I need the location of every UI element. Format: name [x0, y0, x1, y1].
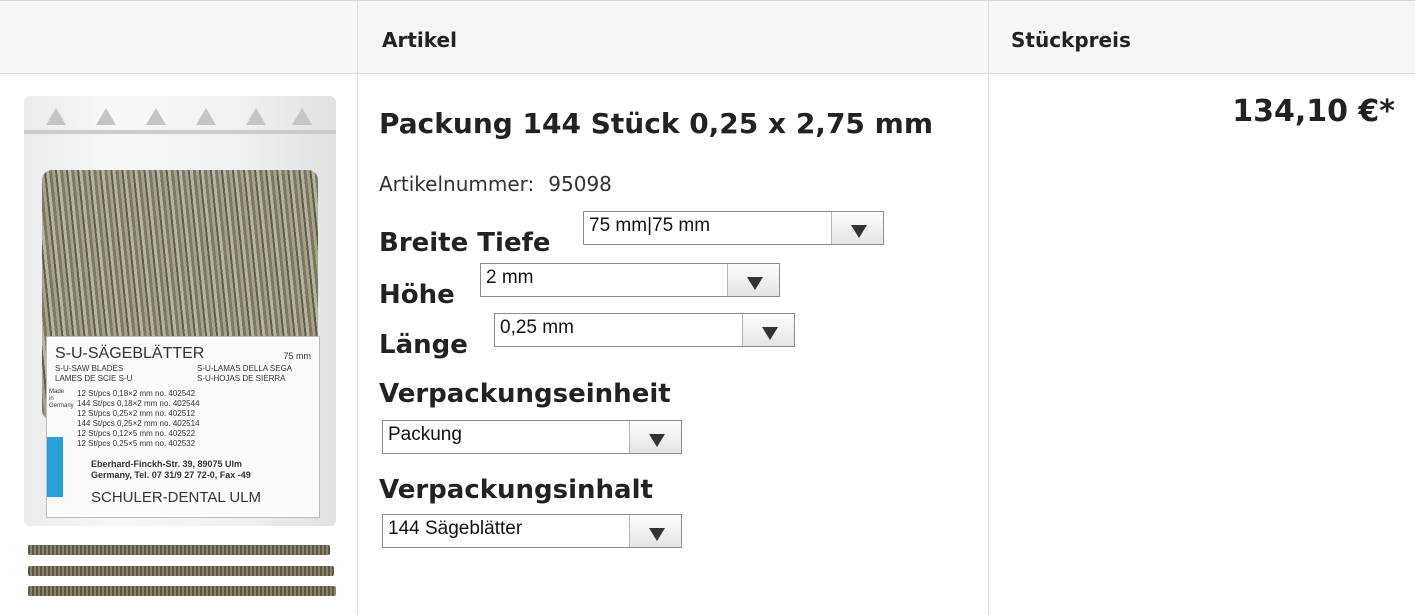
verpackungseinheit-label: Verpackungseinheit: [379, 379, 671, 409]
laenge-value: 0,25 mm: [500, 317, 574, 338]
label-row: 12 St/pcs 0,12×5 mm no. 402522: [77, 429, 196, 438]
verpackungseinheit-value: Packung: [388, 424, 462, 445]
column-header-article: Artikel: [382, 28, 457, 52]
label-line: S-U-LAMAS DELLA SEGA: [197, 364, 293, 373]
laenge-label: Länge: [379, 330, 468, 360]
label-row: 12 St/pcs 0,18×2 mm no. 402542: [77, 389, 196, 398]
table-header: [0, 0, 1415, 74]
dropdown-arrow-icon: [727, 264, 779, 296]
unit-price: 134,10 €*: [1232, 94, 1395, 129]
label-size: 75 mm: [283, 351, 311, 361]
dropdown-arrow-icon: [742, 314, 794, 346]
dropdown-arrow-icon: [831, 212, 883, 244]
made-in-label: Made in Germany: [49, 389, 74, 409]
laenge-select[interactable]: 0,25 mm: [494, 313, 795, 347]
column-divider: [357, 0, 358, 615]
label-row: 144 St/pcs 0,18×2 mm no. 402544: [77, 399, 200, 408]
label-row: 12 St/pcs 0,25×2 mm no. 402512: [77, 409, 196, 418]
label-row: 12 St/pcs 0,25×5 mm no. 402532: [77, 439, 196, 448]
label-line: S-U-SAW BLADES: [55, 364, 124, 373]
product-title[interactable]: Packung 144 Stück 0,25 x 2,75 mm: [379, 107, 933, 140]
verpackungsinhalt-select[interactable]: 144 Sägeblätter: [382, 514, 682, 548]
article-number: Artikelnummer: 95098: [379, 172, 612, 196]
label-address: Eberhard-Finckh-Str. 39, 89075 Ulm Germa…: [91, 459, 251, 480]
column-header-unit-price: Stückpreis: [1011, 28, 1131, 52]
breite-tiefe-label: Breite Tiefe: [379, 228, 551, 258]
verpackungsinhalt-label: Verpackungsinhalt: [379, 475, 653, 505]
column-divider: [988, 0, 989, 615]
verpackungseinheit-select[interactable]: Packung: [382, 420, 682, 454]
article-number-value: 95098: [548, 172, 612, 196]
label-line: LAMES DE SCIE S-U: [55, 374, 133, 383]
product-image[interactable]: S-U-SÄGEBLÄTTER 75 mm S-U-SAW BLADES LAM…: [24, 96, 336, 526]
loose-blade: [28, 566, 334, 576]
dropdown-arrow-icon: [629, 515, 681, 547]
dropdown-arrow-icon: [629, 421, 681, 453]
hoehe-value: 2 mm: [486, 267, 534, 288]
label-row: 144 St/pcs 0,25×2 mm no. 402514: [77, 419, 200, 428]
breite-tiefe-select[interactable]: 75 mm|75 mm: [583, 211, 884, 245]
verpackungsinhalt-value: 144 Sägeblätter: [388, 518, 523, 539]
hoehe-select[interactable]: 2 mm: [480, 263, 780, 297]
loose-blade: [28, 586, 336, 596]
brand-logo-icon: [47, 437, 63, 497]
breite-tiefe-value: 75 mm|75 mm: [589, 215, 711, 236]
hoehe-label: Höhe: [379, 280, 455, 310]
package-label: S-U-SÄGEBLÄTTER 75 mm S-U-SAW BLADES LAM…: [46, 336, 320, 518]
label-title: S-U-SÄGEBLÄTTER: [55, 345, 205, 362]
label-line: S-U-HOJAS DE SIERRA: [197, 374, 286, 383]
loose-blade: [28, 545, 330, 555]
label-brand: SCHULER-DENTAL ULM: [91, 489, 262, 506]
article-number-label: Artikelnummer:: [379, 172, 535, 196]
